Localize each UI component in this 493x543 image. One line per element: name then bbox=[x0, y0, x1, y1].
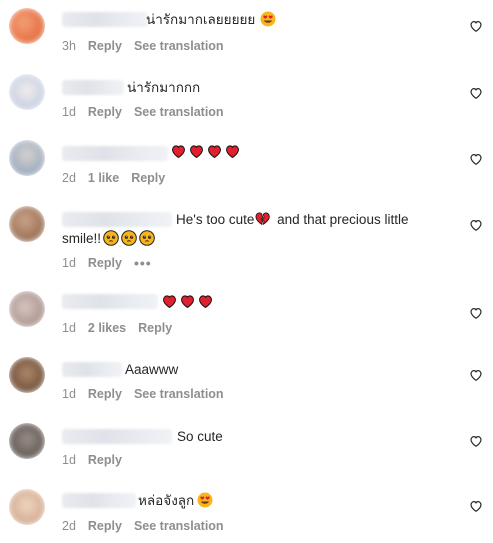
reply-button[interactable]: Reply bbox=[88, 105, 122, 119]
timestamp: 3h bbox=[62, 39, 76, 53]
likes-count[interactable]: 1 like bbox=[88, 171, 119, 185]
reply-button[interactable]: Reply bbox=[88, 256, 122, 270]
see-translation-button[interactable]: See translation bbox=[134, 39, 224, 53]
comment-list: น่ารักมากเลยยยยย 3h Reply See translatio… bbox=[0, 0, 493, 543]
username-blurred[interactable] bbox=[62, 80, 124, 95]
comment-text-content: Aaawww bbox=[125, 362, 179, 377]
pleading-face-emoji bbox=[121, 230, 137, 246]
timestamp: 1d bbox=[62, 387, 76, 401]
username-blurred[interactable] bbox=[62, 12, 148, 27]
comment-text: So cute bbox=[177, 427, 223, 446]
comment-text-content-cont: and that precious little bbox=[273, 212, 409, 227]
username-blurred[interactable] bbox=[62, 429, 172, 444]
comment-text: หล่อจังลูก bbox=[138, 491, 213, 510]
username-blurred[interactable] bbox=[62, 362, 122, 377]
comment-text: Aaawww bbox=[125, 360, 178, 379]
reply-button[interactable]: Reply bbox=[88, 387, 122, 401]
comment-meta: 1d Reply bbox=[62, 453, 122, 467]
like-heart-icon[interactable] bbox=[469, 218, 483, 232]
like-heart-icon[interactable] bbox=[469, 152, 483, 166]
red-heart-emoji bbox=[207, 144, 222, 159]
heart-eyes-emoji bbox=[197, 492, 213, 508]
pleading-face-emoji bbox=[103, 230, 119, 246]
see-translation-button[interactable]: See translation bbox=[134, 519, 224, 533]
like-heart-icon[interactable] bbox=[469, 86, 483, 100]
comment-text: น่ารักมากกก bbox=[127, 78, 200, 97]
avatar[interactable] bbox=[9, 74, 45, 110]
comment-text-content: So cute bbox=[177, 429, 223, 444]
avatar[interactable] bbox=[9, 8, 45, 44]
comment-meta: 3h Reply See translation bbox=[62, 39, 224, 53]
comment-text-content: He's too cute bbox=[176, 212, 255, 227]
like-heart-icon[interactable] bbox=[469, 434, 483, 448]
comment-meta: 1d Reply See translation bbox=[62, 387, 224, 401]
heart-eyes-emoji bbox=[260, 11, 276, 27]
comment-text-content: หล่อจังลูก bbox=[138, 493, 195, 508]
red-heart-emoji bbox=[198, 294, 213, 309]
username-blurred[interactable] bbox=[62, 294, 158, 309]
reply-button[interactable]: Reply bbox=[88, 453, 122, 467]
username-blurred[interactable] bbox=[62, 212, 172, 227]
comment-meta: 2d 1 like Reply bbox=[62, 171, 165, 185]
red-heart-emoji bbox=[162, 294, 177, 309]
comment-text bbox=[171, 143, 243, 162]
comment-meta: 1d Reply See translation bbox=[62, 105, 224, 119]
avatar[interactable] bbox=[9, 357, 45, 393]
comment-meta: 2d Reply See translation bbox=[62, 519, 224, 533]
timestamp: 1d bbox=[62, 453, 76, 467]
timestamp: 2d bbox=[62, 519, 76, 533]
timestamp: 1d bbox=[62, 105, 76, 119]
avatar[interactable] bbox=[9, 206, 45, 242]
red-heart-emoji bbox=[225, 144, 240, 159]
avatar[interactable] bbox=[9, 423, 45, 459]
broken-heart-emoji bbox=[255, 211, 271, 226]
comment-text-content: น่ารักมากกก bbox=[127, 80, 201, 95]
avatar[interactable] bbox=[9, 489, 45, 525]
reply-button[interactable]: Reply bbox=[131, 171, 165, 185]
comment-text-content: smile!! bbox=[62, 231, 102, 246]
timestamp: 2d bbox=[62, 171, 76, 185]
red-heart-emoji bbox=[189, 144, 204, 159]
see-translation-button[interactable]: See translation bbox=[134, 105, 224, 119]
avatar[interactable] bbox=[9, 291, 45, 327]
pleading-face-emoji bbox=[139, 230, 155, 246]
comment-meta: 1d Reply ••• bbox=[62, 255, 152, 271]
like-heart-icon[interactable] bbox=[469, 499, 483, 513]
see-translation-button[interactable]: See translation bbox=[134, 387, 224, 401]
reply-button[interactable]: Reply bbox=[138, 321, 172, 335]
username-blurred[interactable] bbox=[62, 146, 168, 161]
comment-text-content: น่ารักมากเลยยยยย bbox=[146, 12, 256, 27]
likes-count[interactable]: 2 likes bbox=[88, 321, 126, 335]
username-blurred[interactable] bbox=[62, 493, 136, 508]
comment-text bbox=[162, 293, 216, 312]
reply-button[interactable]: Reply bbox=[88, 519, 122, 533]
reply-button[interactable]: Reply bbox=[88, 39, 122, 53]
more-options-button[interactable]: ••• bbox=[134, 255, 152, 271]
red-heart-emoji bbox=[171, 144, 186, 159]
comment-text: He's too cute and that precious little bbox=[176, 210, 408, 229]
comment-text: น่ารักมากเลยยยยย bbox=[146, 10, 276, 29]
red-heart-emoji bbox=[180, 294, 195, 309]
timestamp: 1d bbox=[62, 321, 76, 335]
comment-text-line2: smile!! bbox=[62, 229, 155, 248]
like-heart-icon[interactable] bbox=[469, 19, 483, 33]
avatar[interactable] bbox=[9, 140, 45, 176]
like-heart-icon[interactable] bbox=[469, 306, 483, 320]
timestamp: 1d bbox=[62, 256, 76, 270]
comment-meta: 1d 2 likes Reply bbox=[62, 321, 172, 335]
like-heart-icon[interactable] bbox=[469, 368, 483, 382]
